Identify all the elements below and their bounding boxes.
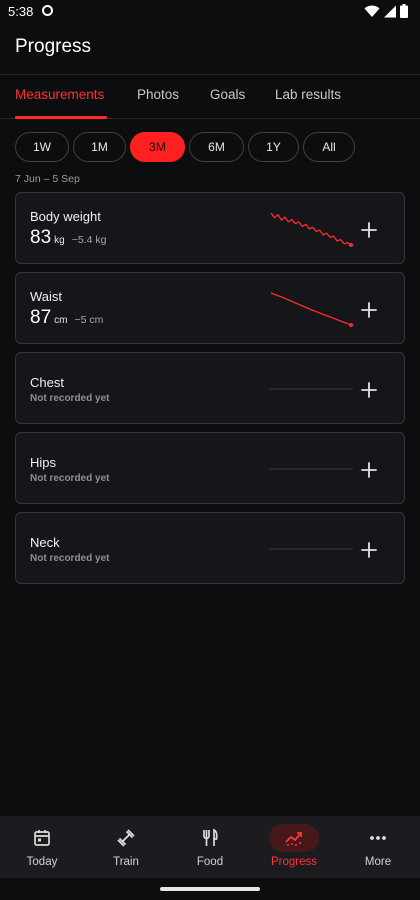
nav-label: Train	[113, 856, 139, 868]
measurement-delta: −5 cm	[74, 314, 104, 326]
trend-sparkline	[269, 388, 353, 390]
trend-sparkline	[269, 548, 353, 550]
measurement-empty-text: Not recorded yet	[30, 473, 110, 484]
fork-knife-icon	[203, 828, 218, 846]
app-notification-icon	[42, 5, 53, 16]
nav-progress[interactable]: Progress	[252, 816, 336, 878]
measurement-delta: −5.4 kg	[71, 234, 107, 246]
tab-measurements[interactable]: Measurements	[15, 87, 104, 102]
app-bar: Progress	[15, 36, 91, 60]
range-1w-button[interactable]: 1W	[15, 132, 69, 162]
range-6m-button[interactable]: 6M	[189, 132, 244, 162]
measurement-name: Body weight	[30, 209, 101, 224]
range-1y-button[interactable]: 1Y	[248, 132, 299, 162]
trending-chart-icon	[285, 832, 302, 846]
measurement-unit: kg	[54, 235, 65, 246]
measurement-unit: cm	[54, 315, 68, 326]
wifi-icon	[364, 5, 380, 17]
tab-photos[interactable]: Photos	[137, 87, 179, 102]
nav-more[interactable]: More	[336, 816, 420, 878]
range-3m-button[interactable]: 3M	[130, 132, 185, 162]
bottom-navigation: Today Train Food Progress More	[0, 816, 420, 878]
tab-lab-results[interactable]: Lab results	[275, 87, 341, 102]
nav-icon-container	[101, 824, 151, 852]
measurement-empty-text: Not recorded yet	[30, 393, 110, 404]
signal-icon	[384, 5, 396, 17]
nav-label: Progress	[270, 856, 318, 868]
trend-sparkline	[270, 212, 353, 247]
measurement-value: 87	[30, 307, 52, 328]
measurement-card-chest[interactable]: Chest Not recorded yet	[15, 352, 405, 424]
sparkline-latest-point	[349, 323, 353, 327]
nav-icon-container	[269, 824, 319, 852]
more-dots-icon	[370, 836, 386, 840]
measurement-value: 83	[30, 227, 52, 248]
nav-food[interactable]: Food	[168, 816, 252, 878]
nav-icon-container	[17, 824, 67, 852]
battery-icon	[400, 4, 408, 18]
measurement-name: Hips	[30, 455, 57, 470]
trend-sparkline	[269, 468, 353, 470]
range-all-button[interactable]: All	[303, 132, 355, 162]
tab-bar: Measurements Photos Goals Lab results	[0, 74, 420, 119]
active-tab-indicator	[15, 116, 107, 119]
page-title: Progress	[15, 36, 92, 57]
measurement-name: Waist	[30, 289, 63, 304]
add-measurement-button[interactable]	[356, 377, 382, 403]
status-icons	[364, 4, 408, 18]
system-gesture-bar	[0, 878, 420, 900]
nav-label: Food	[196, 856, 224, 868]
calendar-icon	[34, 830, 50, 846]
tab-goals[interactable]: Goals	[210, 87, 245, 102]
sparkline-latest-point	[349, 243, 353, 247]
status-time: 5:38	[8, 4, 34, 19]
nav-icon-container	[185, 824, 235, 852]
nav-label: More	[364, 856, 392, 868]
add-measurement-button[interactable]	[356, 457, 382, 483]
status-bar: 5:38	[0, 0, 420, 24]
measurement-name: Neck	[30, 535, 60, 550]
measurement-empty-text: Not recorded yet	[30, 553, 110, 564]
range-1m-button[interactable]: 1M	[73, 132, 126, 162]
measurement-name: Chest	[30, 375, 64, 390]
add-measurement-button[interactable]	[356, 297, 382, 323]
nav-today[interactable]: Today	[0, 816, 84, 878]
sparkline-series	[270, 212, 352, 246]
home-gesture-handle[interactable]	[160, 887, 260, 891]
date-range-label: 7 Jun – 5 Sep	[15, 173, 80, 185]
measurement-value-row: 83 kg −5.4 kg	[30, 227, 106, 249]
measurement-card-waist[interactable]: Waist 87 cm −5 cm	[15, 272, 405, 344]
measurement-value-row: 87 cm −5 cm	[30, 307, 103, 329]
add-measurement-button[interactable]	[356, 217, 382, 243]
nav-icon-container	[353, 824, 403, 852]
measurement-card-body-weight[interactable]: Body weight 83 kg −5.4 kg	[15, 192, 405, 264]
sparkline-series	[270, 292, 352, 326]
measurement-card-hips[interactable]: Hips Not recorded yet	[15, 432, 405, 504]
dumbbell-icon	[117, 829, 135, 847]
nav-train[interactable]: Train	[84, 816, 168, 878]
add-measurement-button[interactable]	[356, 537, 382, 563]
measurement-card-neck[interactable]: Neck Not recorded yet	[15, 512, 405, 584]
nav-label: Today	[26, 856, 58, 868]
trend-sparkline	[270, 292, 353, 327]
